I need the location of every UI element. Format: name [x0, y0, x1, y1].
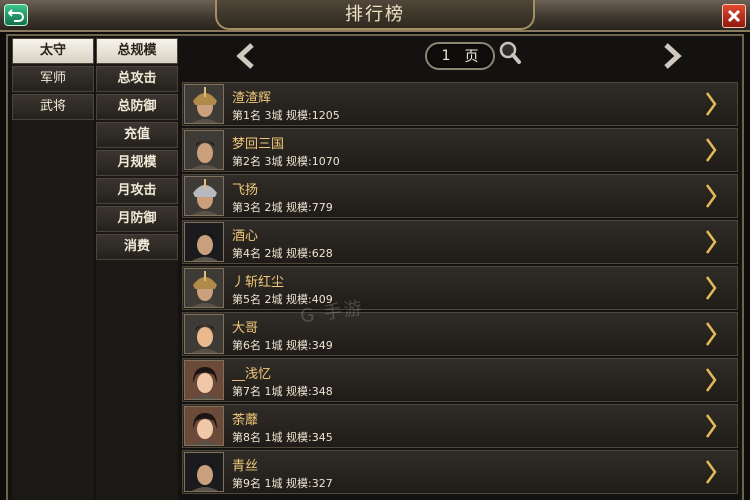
player-rank-detail: 第3名 2城 规模:779 — [232, 201, 333, 214]
ranking-row[interactable]: 渣渣辉第1名 3城 规模:1205 — [182, 82, 738, 126]
ranking-row[interactable]: 大哥第6名 1城 规模:349 — [182, 312, 738, 356]
player-name: 大哥 — [232, 321, 259, 336]
avatar — [184, 84, 224, 124]
row-open-button[interactable] — [704, 91, 718, 117]
player-rank-detail: 第7名 1城 规模:348 — [232, 385, 333, 398]
warrior-portrait-icon — [185, 131, 223, 169]
close-icon — [727, 9, 741, 23]
player-name: __浅忆 — [232, 367, 272, 382]
player-name: 酒心 — [232, 229, 259, 244]
chevron-right-icon — [705, 230, 717, 254]
player-name: 梦回三国 — [232, 137, 285, 152]
chevron-right-icon — [664, 43, 682, 69]
page-input[interactable]: 1 页 — [425, 42, 495, 70]
magnifier-icon — [499, 41, 521, 64]
subcategory-tab[interactable]: 总规模 — [96, 38, 178, 64]
player-name: 青丝 — [232, 459, 259, 474]
avatar — [184, 360, 224, 400]
subcategory-tab[interactable]: 月规模 — [96, 150, 178, 176]
helmet-warrior-icon — [185, 269, 223, 307]
dark-warrior-icon — [185, 223, 223, 261]
category-tab[interactable]: 太守 — [12, 38, 94, 64]
chevron-right-icon — [705, 322, 717, 346]
search-button[interactable] — [498, 40, 522, 66]
player-rank-detail: 第8名 1城 规模:345 — [232, 431, 333, 444]
category-tab[interactable]: 武将 — [12, 94, 94, 120]
player-name: 飞扬 — [232, 183, 259, 198]
prev-page-button[interactable] — [234, 42, 260, 70]
ranking-row[interactable]: 青丝第9名 1城 规模:327 — [182, 450, 738, 494]
row-open-button[interactable] — [704, 321, 718, 347]
pager: 1 页 — [182, 38, 740, 78]
close-button[interactable] — [722, 4, 746, 28]
player-rank-detail: 第2名 3城 规模:1070 — [232, 155, 340, 168]
row-open-button[interactable] — [704, 367, 718, 393]
chevron-right-icon — [705, 138, 717, 162]
subcategory-tab[interactable]: 消费 — [96, 234, 178, 260]
chevron-right-icon — [705, 414, 717, 438]
title-bar: 排行榜 — [0, 0, 750, 32]
avatar — [184, 268, 224, 308]
avatar — [184, 452, 224, 492]
silver-helmet-icon — [185, 177, 223, 215]
dark-warrior-icon — [185, 453, 223, 491]
ranking-row[interactable]: 梦回三国第2名 3城 规模:1070 — [182, 128, 738, 172]
chevron-right-icon — [705, 276, 717, 300]
subcategory-tab[interactable]: 月攻击 — [96, 178, 178, 204]
subcategory-tab[interactable]: 总攻击 — [96, 66, 178, 92]
subcategory-column: 总规模 总攻击 总防御 充值 月规模 月攻击 月防御 消费 — [96, 38, 178, 500]
row-open-button[interactable] — [704, 229, 718, 255]
player-rank-detail: 第6名 1城 规模:349 — [232, 339, 333, 352]
chevron-right-icon — [705, 460, 717, 484]
player-name: 荼蘼 — [232, 413, 259, 428]
helmet-warrior-icon — [185, 85, 223, 123]
lady-portrait-icon — [185, 407, 223, 445]
subcategory-tab[interactable]: 充值 — [96, 122, 178, 148]
ranking-row[interactable]: 丿斩红尘 第5名 2城 规模:409 — [182, 266, 738, 310]
category-column: 太守 军师 武将 — [12, 38, 94, 500]
chevron-right-icon — [705, 368, 717, 392]
subcategory-tab[interactable]: 月防御 — [96, 206, 178, 232]
ranking-row[interactable]: 酒心第4名 2城 规模:628 — [182, 220, 738, 264]
avatar — [184, 222, 224, 262]
row-open-button[interactable] — [704, 459, 718, 485]
page-unit: 页 — [464, 49, 479, 65]
ranking-row[interactable]: __浅忆第7名 1城 规模:348 — [182, 358, 738, 402]
ranking-list: 渣渣辉 第1名 3城 规模:1205 梦回三国 第2名 3城 规模:1070 飞扬 第3名… — [182, 82, 740, 500]
player-rank-detail: 第1名 3城 规模:1205 — [232, 109, 340, 122]
back-button[interactable] — [4, 4, 28, 26]
player-rank-detail: 第4名 2城 规模:628 — [232, 247, 333, 260]
next-page-button[interactable] — [658, 42, 684, 70]
page-title: 排行榜 — [215, 0, 535, 30]
avatar — [184, 130, 224, 170]
player-name: 渣渣辉 — [232, 91, 272, 106]
subcategory-tab[interactable]: 总防御 — [96, 94, 178, 120]
row-open-button[interactable] — [704, 183, 718, 209]
avatar — [184, 406, 224, 446]
chevron-right-icon — [705, 92, 717, 116]
scholar-portrait-icon — [185, 315, 223, 353]
avatar — [184, 314, 224, 354]
category-tab[interactable]: 军师 — [12, 66, 94, 92]
page-number: 1 — [441, 48, 451, 64]
row-open-button[interactable] — [704, 137, 718, 163]
back-arrow-icon — [8, 9, 24, 22]
chevron-right-icon — [705, 184, 717, 208]
ranking-row[interactable]: 飞扬第3名 2城 规模:779 — [182, 174, 738, 218]
row-open-button[interactable] — [704, 413, 718, 439]
player-rank-detail: 第9名 1城 规模:327 — [232, 477, 333, 490]
ranking-row[interactable]: 荼蘼第8名 1城 规模:345 — [182, 404, 738, 448]
avatar — [184, 176, 224, 216]
player-name: 丿斩红尘 — [232, 275, 285, 290]
lady-portrait-icon — [185, 361, 223, 399]
row-open-button[interactable] — [704, 275, 718, 301]
chevron-left-icon — [236, 43, 254, 69]
